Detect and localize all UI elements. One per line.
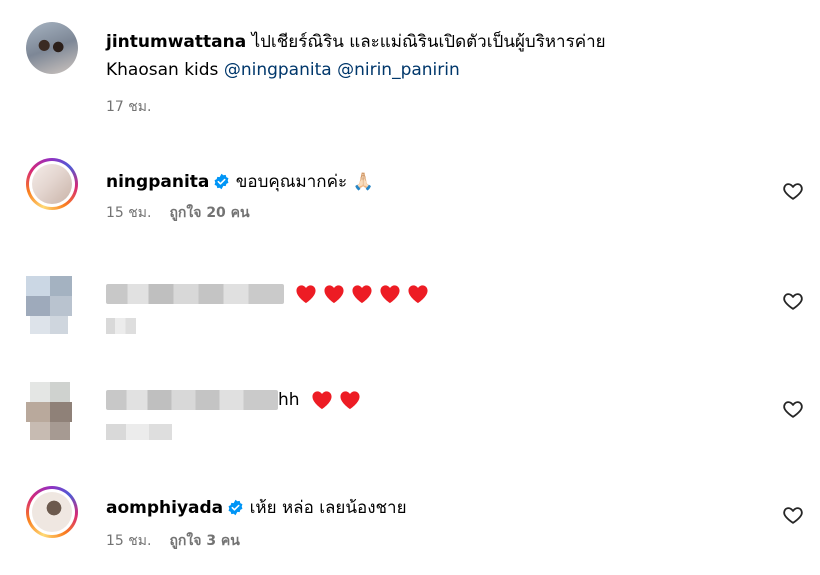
red-heart-emoji bbox=[324, 285, 344, 304]
mention-link[interactable]: @ningpanita bbox=[224, 60, 332, 80]
heart-outline-icon[interactable] bbox=[782, 180, 804, 202]
caption-text: ไปเชียร์ณิริน และแม่ณิรินเปิดตัวเป็นผู้บ… bbox=[246, 32, 606, 52]
comment-text: เห้ย หล่อ เลยน้องชาย bbox=[244, 498, 407, 518]
comment-item: ningpanita ขอบคุณมากค่ะ 🙏🏻 15 ชม. ถูกใจ 2… bbox=[26, 158, 806, 238]
blurred-username[interactable] bbox=[106, 284, 284, 304]
caption: jintumwattana ไปเชียร์ณิริน และแม่ณิรินเ… bbox=[26, 22, 806, 132]
blurred-username[interactable] bbox=[106, 390, 278, 410]
comment-text: ขอบคุณมากค่ะ bbox=[230, 172, 353, 192]
comment-like-count[interactable]: ถูกใจ 20 คน bbox=[169, 205, 249, 221]
red-heart-emoji bbox=[296, 285, 316, 304]
caption-text-continued: Khaosan kids bbox=[106, 60, 224, 80]
blurred-meta bbox=[106, 318, 136, 334]
blurred-meta bbox=[106, 424, 172, 440]
red-heart-emoji bbox=[380, 285, 400, 304]
comment-item: aomphiyada เห้ย หล่อ เลยน้องชาย 15 ชม. ถู… bbox=[26, 486, 806, 566]
comment-item: hh bbox=[26, 378, 806, 450]
caption-author-avatar[interactable] bbox=[26, 22, 78, 74]
avatar-photo bbox=[32, 164, 72, 204]
commenter-username[interactable]: ningpanita bbox=[106, 172, 209, 192]
red-heart-emoji bbox=[352, 285, 372, 304]
commenter-avatar[interactable] bbox=[26, 158, 78, 210]
heart-outline-icon[interactable] bbox=[782, 290, 804, 312]
blurred-avatar[interactable] bbox=[26, 272, 76, 337]
caption-username[interactable]: jintumwattana bbox=[106, 32, 246, 52]
commenter-avatar[interactable] bbox=[26, 486, 78, 538]
verified-badge-icon bbox=[214, 173, 229, 190]
comment-timestamp[interactable]: 15 ชม. bbox=[106, 533, 151, 549]
blurred-avatar[interactable] bbox=[26, 378, 76, 443]
praying-hands-emoji: 🙏🏻 bbox=[352, 172, 374, 192]
avatar-photo bbox=[32, 492, 72, 532]
red-heart-emoji bbox=[312, 391, 332, 410]
comment-item bbox=[26, 272, 806, 344]
heart-outline-icon[interactable] bbox=[782, 398, 804, 420]
heart-outline-icon[interactable] bbox=[782, 504, 804, 526]
comment-text: hh bbox=[278, 390, 300, 410]
commenter-username[interactable]: aomphiyada bbox=[106, 498, 223, 518]
caption-timestamp[interactable]: 17 ชม. bbox=[106, 99, 151, 115]
comment-timestamp[interactable]: 15 ชม. bbox=[106, 205, 151, 221]
red-heart-emoji bbox=[408, 285, 428, 304]
avatar-photo bbox=[26, 22, 78, 74]
comment-like-count[interactable]: ถูกใจ 3 คน bbox=[169, 533, 239, 549]
red-heart-emoji bbox=[340, 391, 360, 410]
mention-link[interactable]: @nirin_panirin bbox=[337, 60, 460, 80]
verified-badge-icon bbox=[228, 499, 243, 516]
